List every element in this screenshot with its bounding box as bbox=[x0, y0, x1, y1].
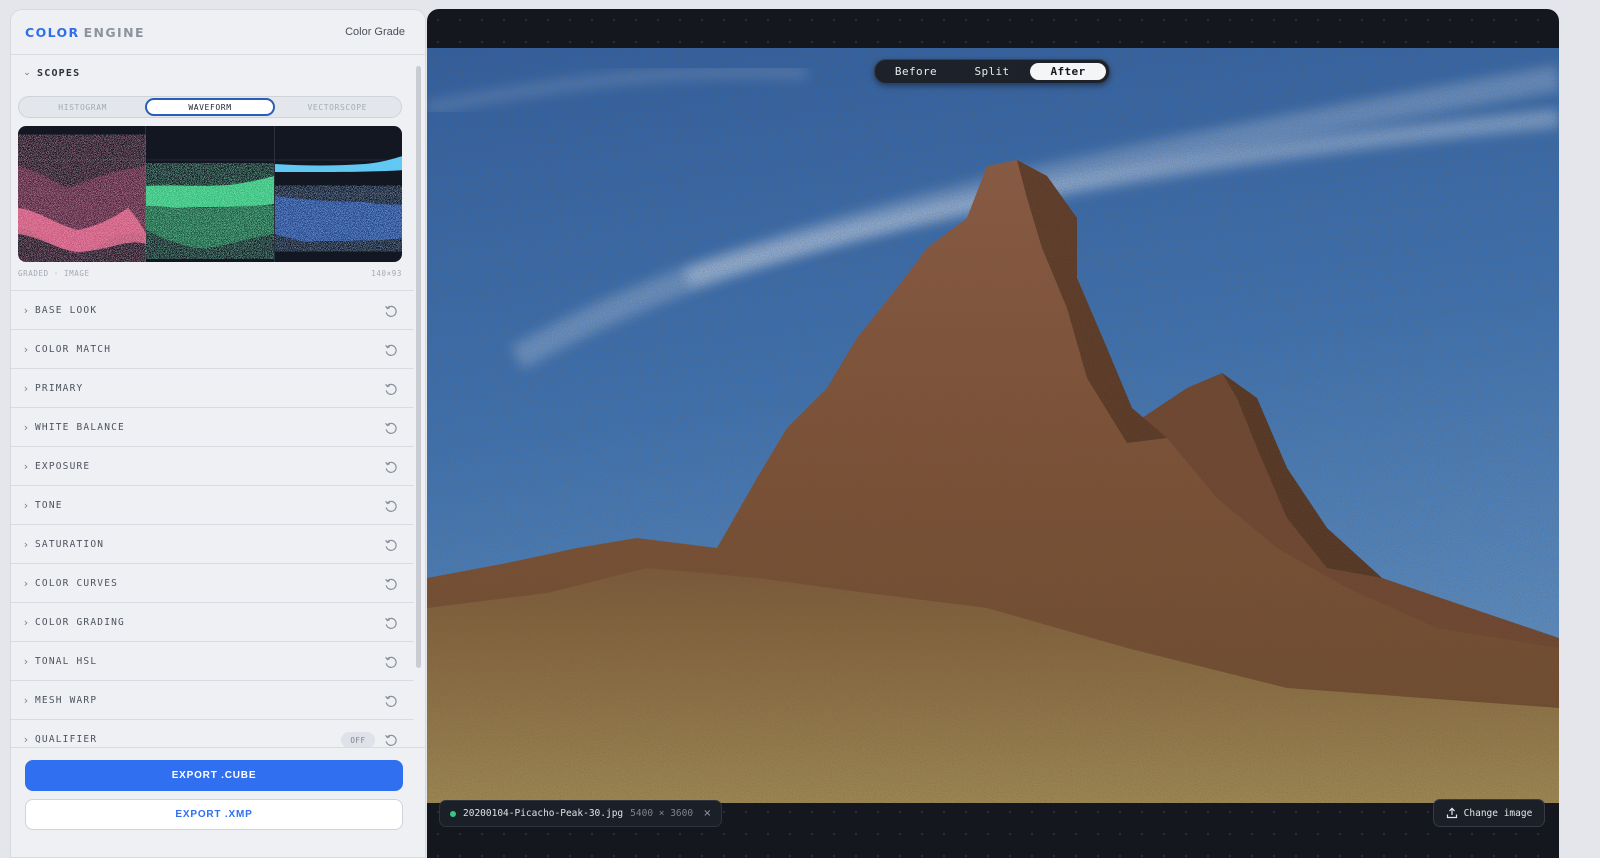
chevron-right-icon: › bbox=[23, 537, 29, 551]
compare-split-button[interactable]: Split bbox=[954, 63, 1030, 80]
brand-primary: COLOR bbox=[25, 24, 80, 40]
status-dot bbox=[450, 810, 456, 817]
adjustment-sections: › BASE LOOK › COLOR MATCH › PRIMARY › WH… bbox=[11, 290, 414, 759]
reset-icon[interactable] bbox=[384, 460, 398, 474]
waveform-red-channel bbox=[18, 126, 147, 262]
section-base-look[interactable]: › BASE LOOK bbox=[11, 291, 414, 330]
scopes-header[interactable]: ⌄ SCOPES bbox=[11, 56, 414, 90]
image-viewer: Before Split After 20200104-Picacho-Peak… bbox=[427, 9, 1559, 858]
section-saturation[interactable]: › SATURATION bbox=[11, 525, 414, 564]
export-cube-button[interactable]: EXPORT .CUBE bbox=[25, 760, 403, 791]
section-label: WHITE BALANCE bbox=[35, 421, 125, 433]
close-icon[interactable]: × bbox=[703, 808, 711, 819]
sidebar-scroll-area[interactable]: ⌄ SCOPES HISTOGRAM WAVEFORM VECTORSCOPE bbox=[11, 56, 414, 769]
reset-icon[interactable] bbox=[384, 343, 398, 357]
chevron-right-icon: › bbox=[23, 732, 29, 746]
section-label: MESH WARP bbox=[35, 694, 98, 706]
waveform-blue-channel bbox=[274, 126, 402, 262]
section-label: QUALIFIER bbox=[35, 733, 98, 745]
section-label: EXPOSURE bbox=[35, 460, 91, 472]
waveform-green-channel bbox=[146, 126, 275, 262]
chevron-right-icon: › bbox=[23, 693, 29, 707]
reset-icon[interactable] bbox=[384, 694, 398, 708]
chevron-right-icon: › bbox=[23, 342, 29, 356]
reset-icon[interactable] bbox=[384, 538, 398, 552]
tab-vectorscope[interactable]: VECTORSCOPE bbox=[275, 98, 400, 116]
brand-logo: COLOR ENGINE bbox=[25, 25, 145, 40]
chevron-right-icon: › bbox=[23, 654, 29, 668]
sidebar-header: COLOR ENGINE Color Grade bbox=[11, 10, 425, 55]
compare-mode-toggle: Before Split After bbox=[874, 59, 1110, 84]
reset-icon[interactable] bbox=[384, 616, 398, 630]
reset-icon[interactable] bbox=[384, 421, 398, 435]
section-tonal-hsl[interactable]: › TONAL HSL bbox=[11, 642, 414, 681]
chevron-down-icon: ⌄ bbox=[23, 68, 31, 78]
chevron-right-icon: › bbox=[23, 303, 29, 317]
section-label: TONAL HSL bbox=[35, 655, 98, 667]
chevron-right-icon: › bbox=[23, 615, 29, 629]
waveform-scope bbox=[18, 126, 402, 262]
scope-footer: GRADED · IMAGE 140×93 bbox=[18, 269, 402, 278]
reset-icon[interactable] bbox=[384, 499, 398, 513]
section-tone[interactable]: › TONE bbox=[11, 486, 414, 525]
section-primary[interactable]: › PRIMARY bbox=[11, 369, 414, 408]
scope-resolution-label: 140×93 bbox=[371, 269, 402, 278]
mode-label: Color Grade bbox=[345, 26, 405, 38]
chevron-right-icon: › bbox=[23, 459, 29, 473]
brand-secondary: ENGINE bbox=[83, 24, 145, 40]
upload-icon bbox=[1446, 807, 1457, 819]
chevron-right-icon: › bbox=[23, 498, 29, 512]
chevron-right-icon: › bbox=[23, 381, 29, 395]
chevron-right-icon: › bbox=[23, 420, 29, 434]
file-info-chip: 20200104-Picacho-Peak-30.jpg 5400 × 3600… bbox=[439, 800, 723, 827]
reset-icon[interactable] bbox=[384, 304, 398, 318]
compare-before-button[interactable]: Before bbox=[878, 63, 954, 80]
section-white-balance[interactable]: › WHITE BALANCE bbox=[11, 408, 414, 447]
tab-histogram[interactable]: HISTOGRAM bbox=[20, 98, 145, 116]
section-color-curves[interactable]: › COLOR CURVES bbox=[11, 564, 414, 603]
section-label: TONE bbox=[35, 499, 63, 511]
export-panel: EXPORT .CUBE EXPORT .XMP bbox=[11, 747, 425, 857]
chevron-right-icon: › bbox=[23, 576, 29, 590]
export-xmp-button[interactable]: EXPORT .XMP bbox=[25, 799, 403, 830]
reset-icon[interactable] bbox=[384, 655, 398, 669]
section-label: BASE LOOK bbox=[35, 304, 98, 316]
section-color-match[interactable]: › COLOR MATCH bbox=[11, 330, 414, 369]
sidebar-scrollbar[interactable] bbox=[416, 58, 422, 758]
file-dimensions: 5400 × 3600 bbox=[630, 808, 694, 819]
change-image-label: Change image bbox=[1463, 807, 1533, 819]
sidebar: COLOR ENGINE Color Grade ⌄ SCOPES HISTOGR… bbox=[10, 9, 426, 858]
section-label: SATURATION bbox=[35, 538, 105, 550]
reset-icon[interactable] bbox=[384, 577, 398, 591]
section-label: COLOR CURVES bbox=[35, 577, 119, 589]
section-label: PRIMARY bbox=[35, 382, 84, 394]
reset-icon[interactable] bbox=[384, 382, 398, 396]
section-exposure[interactable]: › EXPOSURE bbox=[11, 447, 414, 486]
file-name: 20200104-Picacho-Peak-30.jpg bbox=[463, 808, 624, 819]
tab-waveform[interactable]: WAVEFORM bbox=[145, 98, 275, 116]
scopes-title: SCOPES bbox=[37, 67, 81, 79]
change-image-button[interactable]: Change image bbox=[1433, 799, 1545, 827]
section-label: COLOR MATCH bbox=[35, 343, 112, 355]
scope-type-selector: HISTOGRAM WAVEFORM VECTORSCOPE bbox=[18, 96, 402, 118]
qualifier-status-badge[interactable]: OFF bbox=[341, 732, 375, 748]
scope-source-label: GRADED · IMAGE bbox=[18, 269, 90, 278]
preview-image[interactable] bbox=[427, 48, 1559, 803]
section-color-grading[interactable]: › COLOR GRADING bbox=[11, 603, 414, 642]
reset-icon[interactable] bbox=[384, 733, 398, 747]
section-label: COLOR GRADING bbox=[35, 616, 125, 628]
compare-after-button[interactable]: After bbox=[1030, 63, 1106, 80]
section-mesh-warp[interactable]: › MESH WARP bbox=[11, 681, 414, 720]
scrollbar-thumb[interactable] bbox=[416, 66, 421, 668]
